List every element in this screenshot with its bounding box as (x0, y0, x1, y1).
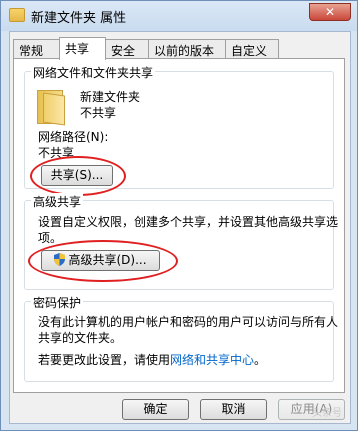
sharing-tab-panel: 网络文件和文件夹共享 新建文件夹 不共享 网络路径(N): 不共享 共享(S).… (13, 58, 345, 393)
uac-shield-icon (54, 253, 66, 266)
watermark: 头条号 (312, 408, 342, 419)
advanced-share-group: 高级共享 设置自定义权限，创建多个共享，并设置其他高级共享选 项。 高级共享(D… (24, 193, 338, 290)
advanced-share-description-2: 项。 (38, 231, 63, 245)
folder-name: 新建文件夹 (80, 90, 141, 104)
network-path-value: 不共享 (38, 146, 75, 160)
advanced-share-button-label: 高级共享(D)... (68, 253, 147, 267)
network-share-title: 网络文件和文件夹共享 (31, 64, 156, 81)
instruction-prefix: 若要更改此设置，请使用 (38, 353, 171, 367)
ok-button[interactable]: 确定 (122, 399, 189, 420)
network-sharing-center-link[interactable]: 网络和共享中心 (170, 353, 254, 367)
folder-share-status: 不共享 (80, 106, 117, 120)
dialog-client: 常规 共享 安全 以前的版本 自定义 网络文件和文件夹共享 新建文件夹 不共享 … (9, 31, 351, 424)
tab-customize[interactable]: 自定义 (225, 39, 279, 58)
advanced-share-title: 高级共享 (31, 193, 84, 210)
cancel-button[interactable]: 取消 (200, 399, 267, 420)
password-description-1: 没有此计算机的用户帐户和密码的用户可以访问与所有人 (38, 315, 339, 329)
close-button[interactable]: ✕ (309, 3, 351, 21)
tab-sharing[interactable]: 共享 (59, 37, 106, 60)
advanced-share-description-1: 设置自定义权限，创建多个共享，并设置其他高级共享选 (38, 215, 339, 229)
instruction-suffix: 。 (254, 353, 267, 367)
network-share-group: 网络文件和文件夹共享 新建文件夹 不共享 网络路径(N): 不共享 共享(S).… (24, 64, 334, 196)
advanced-share-button[interactable]: 高级共享(D)... (41, 250, 160, 271)
network-path-label: 网络路径(N): (38, 130, 109, 144)
window-title: 新建文件夹 属性 (31, 11, 127, 26)
password-protection-group: 密码保护 没有此计算机的用户帐户和密码的用户可以访问与所有人 共享的文件夹。 若… (24, 294, 338, 382)
properties-window: 新建文件夹 属性 ✕ 常规 共享 安全 以前的版本 自定义 网络文件和文件夹共享… (0, 0, 358, 431)
password-description-2: 共享的文件夹。 (38, 331, 123, 345)
tab-general[interactable]: 常规 (13, 39, 60, 58)
share-button[interactable]: 共享(S)... (41, 165, 113, 186)
folder-icon (9, 8, 25, 22)
password-change-instruction: 若要更改此设置，请使用网络和共享中心。 (38, 351, 266, 368)
password-protection-title: 密码保护 (31, 294, 84, 311)
shared-folder-icon (37, 90, 67, 126)
tab-security[interactable]: 安全 (105, 39, 149, 58)
tab-previous-versions[interactable]: 以前的版本 (148, 39, 226, 58)
title-bar[interactable]: 新建文件夹 属性 ✕ (1, 1, 357, 31)
